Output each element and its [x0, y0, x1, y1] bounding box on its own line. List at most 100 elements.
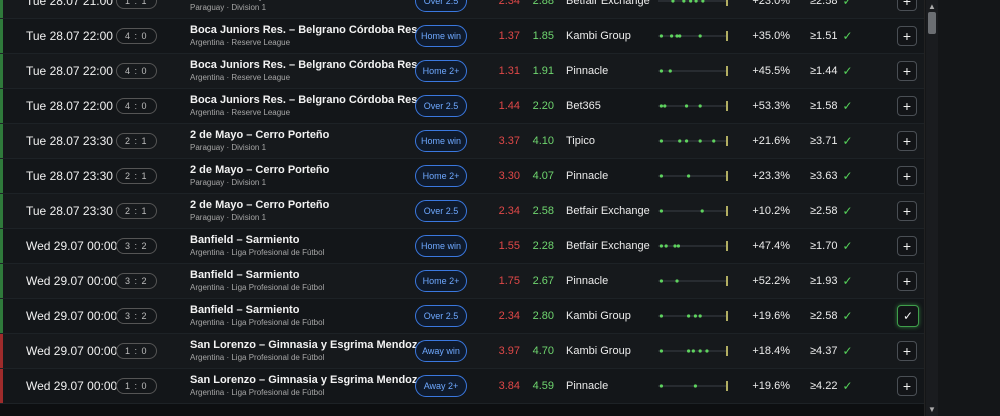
sparkline-point: [659, 104, 663, 108]
teams-label[interactable]: Banfield – Sarmiento: [190, 233, 299, 247]
score-cell: 2 : 1: [116, 194, 157, 228]
sparkline-point: [659, 349, 663, 353]
table-row[interactable]: Wed 29.07 00:00 1 : 0 San Lorenzo – Gimn…: [0, 369, 924, 404]
match-info[interactable]: Boca Juniors Res. – Belgrano Córdoba Res…: [190, 89, 420, 123]
sparkline-point: [659, 244, 663, 248]
bet-type-badge: Over 2.5: [415, 0, 467, 12]
opening-odds: 2.34: [498, 310, 520, 322]
score-badge: 4 : 0: [116, 98, 157, 114]
add-tip-button[interactable]: +: [897, 131, 917, 151]
teams-label[interactable]: 2 de Mayo – Cerro Porteño: [190, 163, 329, 177]
match-info[interactable]: Rubio Ñú – Sportivo Ameliano Paraguay · …: [190, 0, 348, 18]
bet-type-badge: Home 2+: [415, 165, 467, 187]
sparkline-point: [678, 139, 682, 143]
bookmaker-name: Pinnacle: [566, 170, 609, 182]
table-row[interactable]: Tue 28.07 23:30 2 : 1 2 de Mayo – Cerro …: [0, 159, 924, 194]
match-info[interactable]: Boca Juniors Res. – Belgrano Córdoba Res…: [190, 54, 420, 88]
add-tip-button[interactable]: +: [897, 0, 917, 11]
bet-cell: Over 2.5: [415, 194, 467, 228]
match-info[interactable]: 2 de Mayo – Cerro Porteño Paraguay · Div…: [190, 159, 329, 193]
sparkline-point: [712, 139, 716, 143]
match-info[interactable]: San Lorenzo – Gimnasia y Esgrima Mendoza…: [190, 369, 424, 403]
scrollbar-track[interactable]: [926, 0, 938, 416]
sparkline-point: [671, 0, 675, 3]
add-tip-button[interactable]: +: [897, 26, 917, 46]
scroll-up-icon[interactable]: ▲: [927, 1, 937, 11]
teams-label[interactable]: San Lorenzo – Gimnasia y Esgrima Mendoza: [190, 338, 424, 352]
bet-type-badge: Home win: [415, 235, 467, 257]
teams-label[interactable]: San Lorenzo – Gimnasia y Esgrima Mendoza: [190, 373, 424, 387]
teams-label[interactable]: Banfield – Sarmiento: [190, 268, 299, 282]
add-tip-button[interactable]: +: [897, 201, 917, 221]
sparkline-svg: [658, 101, 728, 111]
score-cell: 3 : 2: [116, 229, 157, 263]
table-row[interactable]: Tue 28.07 22:00 4 : 0 Boca Juniors Res. …: [0, 89, 924, 124]
add-tip-button[interactable]: +: [897, 166, 917, 186]
table-row[interactable]: Tue 28.07 22:00 4 : 0 Boca Juniors Res. …: [0, 19, 924, 54]
sparkline-point: [659, 279, 663, 283]
bet-cell: Over 2.5: [415, 0, 467, 18]
teams-label[interactable]: 2 de Mayo – Cerro Porteño: [190, 128, 329, 142]
odds-sparkline: [656, 229, 732, 263]
teams-label[interactable]: Banfield – Sarmiento: [190, 303, 299, 317]
sparkline-point: [659, 314, 663, 318]
plus-icon: +: [902, 378, 912, 394]
teams-label[interactable]: Boca Juniors Res. – Belgrano Córdoba Res…: [190, 58, 420, 72]
sparkline-svg: [658, 346, 728, 356]
add-tip-button[interactable]: +: [897, 341, 917, 361]
teams-label[interactable]: 2 de Mayo – Cerro Porteño: [190, 198, 329, 212]
scrollbar-thumb[interactable]: [928, 12, 936, 34]
add-tip-button[interactable]: +: [897, 376, 917, 396]
bet-type-badge: Away win: [415, 340, 467, 362]
bet-cell: Home win: [415, 229, 467, 263]
teams-label[interactable]: Boca Juniors Res. – Belgrano Córdoba Res…: [190, 93, 420, 107]
score-cell: 1 : 0: [116, 334, 157, 368]
add-tip-button[interactable]: +: [897, 96, 917, 116]
match-info[interactable]: Banfield – Sarmiento Argentina · Liga Pr…: [190, 299, 324, 333]
table-row[interactable]: Tue 28.07 23:30 2 : 1 2 de Mayo – Cerro …: [0, 124, 924, 159]
table-row[interactable]: Wed 29.07 00:00 1 : 0 San Lorenzo – Gimn…: [0, 334, 924, 369]
action-cell: +: [897, 159, 917, 193]
bookmaker-name: Kambi Group: [566, 310, 631, 322]
min-odds-value: ≥1.58: [810, 100, 838, 112]
table-row[interactable]: Wed 29.07 00:00 3 : 2 Banfield – Sarmien…: [0, 299, 924, 334]
plus-icon: +: [902, 273, 912, 289]
current-odds: 2.58: [532, 205, 554, 217]
match-datetime: Tue 28.07 23:30: [26, 204, 113, 218]
odds-sparkline: [656, 0, 732, 18]
score-cell: 3 : 2: [116, 299, 157, 333]
sparkline-point: [670, 34, 674, 38]
table-row[interactable]: Tue 28.07 23:30 2 : 1 2 de Mayo – Cerro …: [0, 194, 924, 229]
action-cell: +: [897, 124, 917, 158]
table-row[interactable]: Tue 28.07 21:00 1 : 1 Rubio Ñú – Sportiv…: [0, 0, 924, 19]
min-odds-value: ≥3.63: [810, 170, 838, 182]
table-row[interactable]: Wed 29.07 00:00 3 : 2 Banfield – Sarmien…: [0, 264, 924, 299]
sparkline-svg: [658, 206, 728, 216]
bookmaker-name: Bet365: [566, 100, 601, 112]
add-tip-button[interactable]: +: [897, 61, 917, 81]
bet-type-badge: Over 2.5: [415, 200, 467, 222]
add-tip-button[interactable]: +: [897, 271, 917, 291]
match-info[interactable]: Banfield – Sarmiento Argentina · Liga Pr…: [190, 229, 324, 263]
league-label: Argentina · Liga Profesional de Fútbol: [190, 318, 325, 327]
score-cell: 4 : 0: [116, 89, 157, 123]
match-info[interactable]: Banfield – Sarmiento Argentina · Liga Pr…: [190, 264, 324, 298]
sparkline-point: [693, 314, 697, 318]
teams-label[interactable]: Boca Juniors Res. – Belgrano Córdoba Res…: [190, 23, 420, 37]
score-badge: 2 : 1: [116, 133, 157, 149]
sparkline-point: [659, 384, 663, 388]
match-info[interactable]: San Lorenzo – Gimnasia y Esgrima Mendoza…: [190, 334, 424, 368]
match-info[interactable]: 2 de Mayo – Cerro Porteño Paraguay · Div…: [190, 124, 329, 158]
add-tip-button[interactable]: +: [897, 236, 917, 256]
match-datetime: Tue 28.07 22:00: [26, 29, 113, 43]
match-info[interactable]: 2 de Mayo – Cerro Porteño Paraguay · Div…: [190, 194, 329, 228]
table-row[interactable]: Tue 28.07 22:00 4 : 0 Boca Juniors Res. …: [0, 54, 924, 89]
added-tip-button[interactable]: ✓: [897, 305, 919, 327]
score-badge: 3 : 2: [116, 273, 157, 289]
plus-icon: +: [902, 98, 912, 114]
min-odds: ≥1.58 ✓: [810, 89, 853, 123]
table-row[interactable]: Wed 29.07 00:00 3 : 2 Banfield – Sarmien…: [0, 229, 924, 264]
match-info[interactable]: Boca Juniors Res. – Belgrano Córdoba Res…: [190, 19, 420, 53]
edge-percent: +47.4%: [752, 240, 790, 252]
scroll-down-icon[interactable]: ▼: [927, 404, 937, 414]
